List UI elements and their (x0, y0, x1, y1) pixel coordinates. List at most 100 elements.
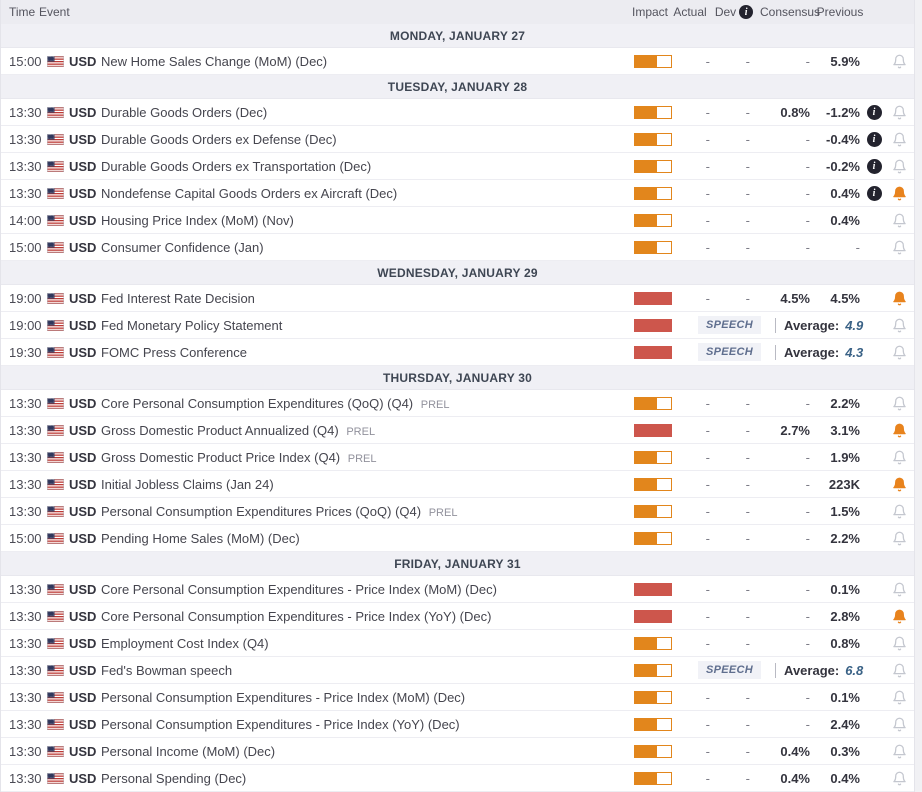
event-title[interactable]: Housing Price Index (MoM) (Nov) (101, 213, 294, 228)
bell-icon[interactable] (884, 636, 914, 651)
bell-icon[interactable] (884, 450, 914, 465)
event-name[interactable]: Personal Income (MoM) (Dec) (101, 744, 632, 759)
bell-icon[interactable] (884, 582, 914, 597)
event-title[interactable]: Fed's Bowman speech (101, 663, 232, 678)
bell-icon[interactable] (884, 105, 914, 120)
event-title[interactable]: Core Personal Consumption Expenditures -… (101, 582, 497, 597)
bell-icon[interactable] (884, 291, 914, 306)
event-row[interactable]: 15:00 USD Consumer Confidence (Jan) - - (1, 234, 914, 261)
event-name[interactable]: Core Personal Consumption Expenditures -… (101, 609, 632, 624)
event-row[interactable]: 19:00 USD Fed Monetary Policy Statement (1, 312, 914, 339)
event-title[interactable]: Core Personal Consumption Expenditures (… (101, 396, 413, 411)
event-row[interactable]: 13:30 USD Durable Goods Orders ex Transp… (1, 153, 914, 180)
event-row[interactable]: 13:30 USD Core Personal Consumption Expe… (1, 576, 914, 603)
event-title[interactable]: FOMC Press Conference (101, 345, 247, 360)
event-row[interactable]: 13:30 USD Personal Consumption Expenditu… (1, 711, 914, 738)
event-title[interactable]: Durable Goods Orders (Dec) (101, 105, 267, 120)
bell-icon[interactable] (884, 240, 914, 255)
event-title[interactable]: Personal Consumption Expenditures - Pric… (101, 690, 465, 705)
event-name[interactable]: FOMC Press Conference (101, 345, 632, 360)
event-title[interactable]: Fed Interest Rate Decision (101, 291, 255, 306)
info-icon[interactable]: i (866, 131, 882, 147)
event-title[interactable]: Durable Goods Orders ex Transportation (… (101, 159, 371, 174)
event-title[interactable]: Personal Consumption Expenditures - Pric… (101, 717, 460, 732)
event-name[interactable]: Fed Monetary Policy Statement (101, 318, 632, 333)
event-row[interactable]: 13:30 USD Gross Domestic Product Annuali… (1, 417, 914, 444)
event-row[interactable]: 13:30 USD Core Personal Consumption Expe… (1, 603, 914, 630)
event-row[interactable]: 13:30 USD Personal Consumption Expenditu… (1, 498, 914, 525)
event-name[interactable]: Durable Goods Orders (Dec) (101, 105, 632, 120)
event-title[interactable]: Durable Goods Orders ex Defense (Dec) (101, 132, 337, 147)
event-name[interactable]: Durable Goods Orders ex Defense (Dec) (101, 132, 632, 147)
bell-icon[interactable] (884, 318, 914, 333)
bell-icon[interactable] (884, 159, 914, 174)
bell-icon[interactable] (884, 744, 914, 759)
event-name[interactable]: Personal Consumption Expenditures - Pric… (101, 717, 632, 732)
event-title[interactable]: Personal Spending (Dec) (101, 771, 246, 786)
event-name[interactable]: Personal Spending (Dec) (101, 771, 632, 786)
info-icon[interactable]: i (866, 104, 882, 120)
event-title[interactable]: Consumer Confidence (Jan) (101, 240, 264, 255)
event-row[interactable]: 15:00 USD Pending Home Sales (MoM) (Dec)… (1, 525, 914, 552)
event-name[interactable]: New Home Sales Change (MoM) (Dec) (101, 54, 632, 69)
bell-icon[interactable] (884, 504, 914, 519)
event-title[interactable]: Employment Cost Index (Q4) (101, 636, 269, 651)
event-title[interactable]: Nondefense Capital Goods Orders ex Aircr… (101, 186, 397, 201)
event-name[interactable]: Gross Domestic Product Annualized (Q4) P… (101, 423, 632, 438)
bell-icon[interactable] (884, 690, 914, 705)
event-title[interactable]: New Home Sales Change (MoM) (Dec) (101, 54, 327, 69)
event-row[interactable]: 13:30 USD Gross Domestic Product Price I… (1, 444, 914, 471)
event-name[interactable]: Personal Consumption Expenditures - Pric… (101, 690, 632, 705)
event-name[interactable]: Pending Home Sales (MoM) (Dec) (101, 531, 632, 546)
event-name[interactable]: Core Personal Consumption Expenditures -… (101, 582, 632, 597)
event-name[interactable]: Gross Domestic Product Price Index (Q4) … (101, 450, 632, 465)
event-name[interactable]: Durable Goods Orders ex Transportation (… (101, 159, 632, 174)
event-title[interactable]: Pending Home Sales (MoM) (Dec) (101, 531, 300, 546)
event-title[interactable]: Personal Income (MoM) (Dec) (101, 744, 275, 759)
bell-icon[interactable] (884, 132, 914, 147)
event-row[interactable]: 19:00 USD Fed Interest Rate Decision - - (1, 285, 914, 312)
event-row[interactable]: 13:30 USD Employment Cost Index (Q4) - - (1, 630, 914, 657)
bell-icon[interactable] (884, 477, 914, 492)
bell-icon[interactable] (884, 663, 914, 678)
event-row[interactable]: 13:30 USD Initial Jobless Claims (Jan 24… (1, 471, 914, 498)
event-row[interactable]: 13:30 USD Personal Income (MoM) (Dec) - … (1, 738, 914, 765)
event-name[interactable]: Fed's Bowman speech (101, 663, 632, 678)
event-title[interactable]: Gross Domestic Product Price Index (Q4) (101, 450, 340, 465)
event-title[interactable]: Core Personal Consumption Expenditures -… (101, 609, 491, 624)
event-row[interactable]: 13:30 USD Personal Spending (Dec) - - 0.… (1, 765, 914, 792)
event-row[interactable]: 13:30 USD Durable Goods Orders ex Defens… (1, 126, 914, 153)
bell-icon[interactable] (884, 771, 914, 786)
event-name[interactable]: Employment Cost Index (Q4) (101, 636, 632, 651)
event-title[interactable]: Gross Domestic Product Annualized (Q4) (101, 423, 339, 438)
event-name[interactable]: Housing Price Index (MoM) (Nov) (101, 213, 632, 228)
event-name[interactable]: Consumer Confidence (Jan) (101, 240, 632, 255)
bell-icon[interactable] (884, 717, 914, 732)
event-title[interactable]: Personal Consumption Expenditures Prices… (101, 504, 421, 519)
event-row[interactable]: 13:30 USD Durable Goods Orders (Dec) - - (1, 99, 914, 126)
bell-icon[interactable] (884, 423, 914, 438)
scrollbar[interactable] (914, 0, 922, 792)
event-title[interactable]: Initial Jobless Claims (Jan 24) (101, 477, 274, 492)
event-name[interactable]: Personal Consumption Expenditures Prices… (101, 504, 632, 519)
bell-icon[interactable] (884, 213, 914, 228)
event-row[interactable]: 15:00 USD New Home Sales Change (MoM) (D… (1, 48, 914, 75)
event-name[interactable]: Core Personal Consumption Expenditures (… (101, 396, 632, 411)
bell-icon[interactable] (884, 531, 914, 546)
info-icon[interactable]: i (739, 5, 754, 19)
event-title[interactable]: Fed Monetary Policy Statement (101, 318, 282, 333)
info-icon[interactable]: i (866, 185, 882, 201)
event-row[interactable]: 13:30 USD Personal Consumption Expenditu… (1, 684, 914, 711)
event-row[interactable]: 14:00 USD Housing Price Index (MoM) (Nov… (1, 207, 914, 234)
bell-icon[interactable] (884, 186, 914, 201)
info-icon[interactable]: i (866, 158, 882, 174)
event-row[interactable]: 13:30 USD Core Personal Consumption Expe… (1, 390, 914, 417)
event-row[interactable]: 13:30 USD Nondefense Capital Goods Order… (1, 180, 914, 207)
bell-icon[interactable] (884, 54, 914, 69)
bell-icon[interactable] (884, 396, 914, 411)
event-row[interactable]: 13:30 USD Fed's Bowman speech SPEECH Ave… (1, 657, 914, 684)
bell-icon[interactable] (884, 345, 914, 360)
event-name[interactable]: Nondefense Capital Goods Orders ex Aircr… (101, 186, 632, 201)
event-name[interactable]: Initial Jobless Claims (Jan 24) (101, 477, 632, 492)
event-row[interactable]: 19:30 USD FOMC Press Conference SPEECH A… (1, 339, 914, 366)
